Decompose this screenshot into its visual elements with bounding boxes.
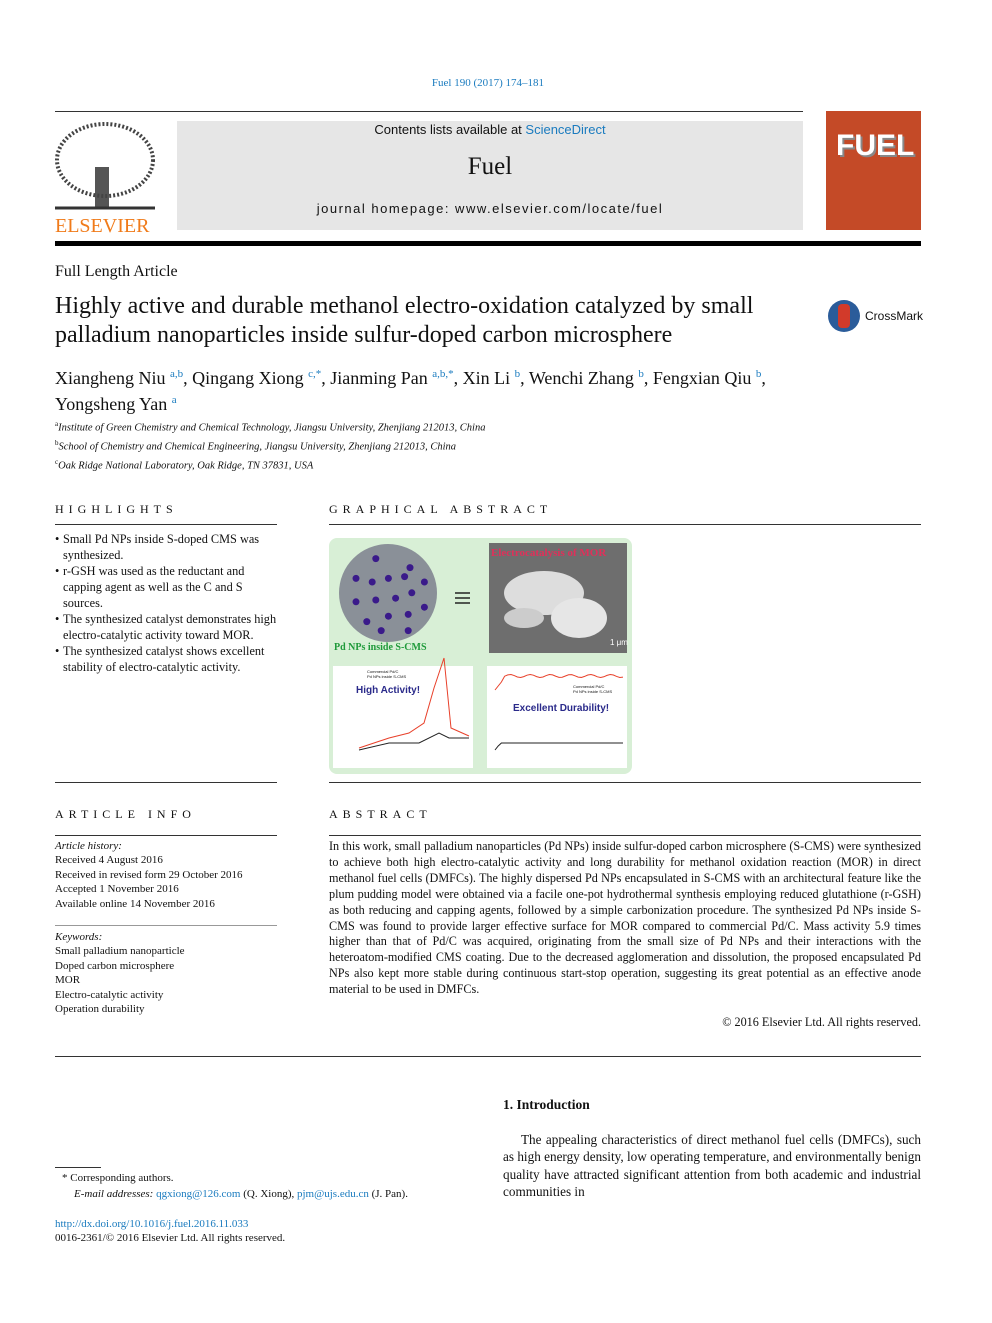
history-item: Received 4 August 2016 [55,854,163,867]
affiliation: cOak Ridge National Laboratory, Oak Ridg… [55,458,314,472]
abstract-text: In this work, small palladium nanopartic… [329,839,921,997]
pd-particle [384,574,392,582]
pd-particle [372,596,380,604]
copyright: © 2016 Elsevier Ltd. All rights reserved… [722,1015,921,1029]
pd-particle [406,564,414,572]
elsevier-tree-icon [55,122,155,210]
doi-link[interactable]: http://dx.doi.org/10.1016/j.fuel.2016.11… [55,1217,248,1231]
issn: 0016-2361/© 2016 Elsevier Ltd. All right… [55,1232,286,1244]
keywords: Keywords: Small palladium nanoparticle Do… [55,930,277,1016]
section-heading-introduction: 1. Introduction [503,1097,590,1112]
equiv-icon [455,592,470,604]
highlight-item: Small Pd NPs inside S-doped CMS was synt… [55,531,277,563]
pd-particle [372,555,380,563]
author[interactable]: Yongsheng Yan a [55,394,177,414]
elsevier-logo[interactable]: ELSEVIER [55,122,155,237]
keyword-item: Electro-catalytic activity [55,988,164,1001]
footnote-corresponding: * Corresponding authors. [62,1172,174,1184]
article-history: Article history: Received 4 August 2016 R… [55,839,277,911]
affiliations: aInstitute of Green Chemistry and Chemic… [55,417,485,474]
article-page: Fuel 190 (2017) 174–181 ELSEVIER Content… [0,0,992,1323]
pd-particle [352,598,360,606]
pd-particle [420,603,428,611]
author[interactable]: Xin Li b [463,368,521,388]
citation-link[interactable]: Fuel 190 (2017) 174–181 [0,77,976,89]
graphical-abstract-heading: GRAPHICAL ABSTRACT [329,502,553,516]
highlight-item: r-GSH was used as the reductant and capp… [55,563,277,611]
email-link[interactable]: qgxiong@126.com [156,1188,240,1200]
pd-particle [401,573,409,581]
pd-particle [368,578,376,586]
history-item: Available online 14 November 2016 [55,897,215,910]
highlights-heading: HIGHLIGHTS [55,502,178,516]
author[interactable]: Qingang Xiong c,* [192,368,321,388]
keyword-item: Doped carbon microsphere [55,959,175,972]
pd-particle [404,610,412,618]
highlight-item: The synthesized catalyst demonstrates hi… [55,611,277,643]
author[interactable]: Xiangheng Niu a,b [55,368,183,388]
pd-particle [384,612,392,620]
highlights-list: Small Pd NPs inside S-doped CMS was synt… [55,531,277,675]
email-link[interactable]: pjm@ujs.edu.cn [297,1188,369,1200]
article-title: Highly active and durable methanol elect… [55,293,754,348]
journal-cover[interactable]: FUEL [826,111,921,230]
history-item: Accepted 1 November 2016 [55,883,179,896]
graphical-abstract-figure: Pd NPs inside S-CMS Electrocatalysis of … [329,538,632,774]
journal-name: Fuel [467,153,513,180]
crossmark-button[interactable]: CrossMark [826,298,923,334]
crossmark-icon [828,300,860,332]
author[interactable]: Fengxian Qiu b [653,368,762,388]
affiliation: aInstitute of Green Chemistry and Chemic… [55,420,486,434]
keyword-item: Operation durability [55,1003,145,1016]
pd-particle [377,627,385,635]
pd-particle [363,618,371,626]
history-item: Received in revised form 29 October 2016 [55,868,243,881]
pd-particle [408,589,416,597]
highlight-item: The synthesized catalyst shows excellent… [55,643,277,675]
homepage-link[interactable]: journal homepage: www.elsevier.com/locat… [177,201,803,216]
introduction-text: The appealing characteristics of direct … [503,1132,921,1200]
abstract-heading: ABSTRACT [329,807,432,821]
pd-particle [420,578,428,586]
author-list: Xiangheng Niu a,b, Qingang Xiong c,*, Ji… [55,368,766,414]
article-type: Full Length Article [55,263,178,280]
keyword-item: MOR [55,974,81,987]
sphere-shape [339,544,437,642]
author[interactable]: Wenchi Zhang b [529,368,644,388]
affiliation: bSchool of Chemistry and Chemical Engine… [55,439,457,453]
article-info-heading: ARTICLE INFO [55,807,196,821]
keyword-item: Small palladium nanoparticle [55,945,185,958]
pd-particle [404,627,412,635]
pd-particle [392,594,400,602]
footnote-emails: E-mail addresses: qgxiong@126.com (Q. Xi… [74,1188,408,1200]
journal-header: Contents lists available at ScienceDirec… [177,121,803,230]
sciencedirect-link[interactable]: ScienceDirect [525,122,605,137]
author[interactable]: Jianming Pan a,b,* [330,368,453,388]
pd-particle [352,574,360,582]
